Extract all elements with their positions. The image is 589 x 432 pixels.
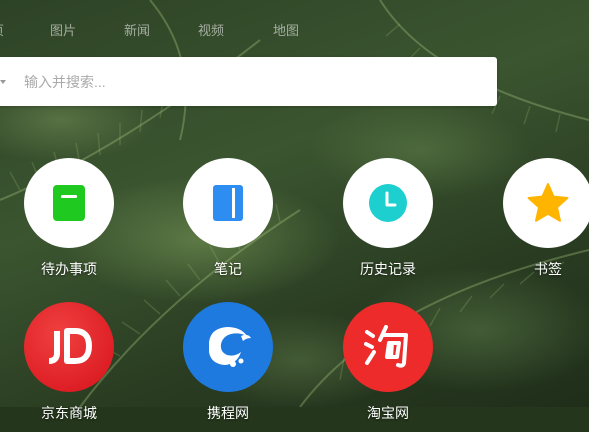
shortcut-label: 携程网 bbox=[207, 405, 249, 421]
shortcut-label: 笔记 bbox=[214, 261, 242, 277]
shortcut-icon-circle bbox=[24, 302, 114, 392]
shortcut-todo[interactable]: 待办事项 bbox=[9, 158, 129, 288]
shortcut-label: 待办事项 bbox=[41, 261, 97, 277]
tab-images[interactable]: 图片 bbox=[50, 20, 76, 39]
clock-icon bbox=[369, 184, 407, 222]
shortcut-icon-circle bbox=[343, 302, 433, 392]
shortcut-icon-circle bbox=[24, 158, 114, 248]
ctrip-dolphin-icon bbox=[209, 327, 251, 367]
shortcut-taobao[interactable]: 淘宝网 bbox=[328, 302, 448, 432]
jd-logo-icon bbox=[48, 328, 92, 364]
star-icon bbox=[527, 183, 569, 222]
search-input[interactable] bbox=[24, 71, 474, 93]
tab-video[interactable]: 视频 bbox=[198, 20, 224, 39]
shortcut-label: 历史记录 bbox=[360, 261, 416, 277]
shortcut-icon-circle bbox=[503, 158, 589, 248]
shortcut-notes[interactable]: 笔记 bbox=[168, 158, 288, 288]
shortcut-ctrip[interactable]: 携程网 bbox=[168, 302, 288, 432]
search-engine-dropdown-icon[interactable] bbox=[0, 80, 6, 84]
shortcut-icon-circle bbox=[343, 158, 433, 248]
shortcut-label: 京东商城 bbox=[41, 405, 97, 421]
notes-icon bbox=[213, 185, 243, 221]
taobao-logo-icon bbox=[364, 325, 408, 368]
shortcut-bookmarks[interactable]: 书签 bbox=[488, 158, 589, 288]
tab-maps[interactable]: 地图 bbox=[273, 20, 299, 39]
shortcut-icon-circle bbox=[183, 302, 273, 392]
tab-news[interactable]: 新闻 bbox=[124, 20, 150, 39]
tab-web[interactable]: 网页 bbox=[0, 20, 4, 39]
shortcut-label: 淘宝网 bbox=[367, 405, 409, 421]
search-bar bbox=[0, 57, 497, 106]
shortcut-jd[interactable]: 京东商城 bbox=[9, 302, 129, 432]
shortcut-icon-circle bbox=[183, 158, 273, 248]
shortcut-history[interactable]: 历史记录 bbox=[328, 158, 448, 288]
todo-icon bbox=[53, 185, 85, 221]
shortcut-label: 书签 bbox=[534, 261, 562, 277]
